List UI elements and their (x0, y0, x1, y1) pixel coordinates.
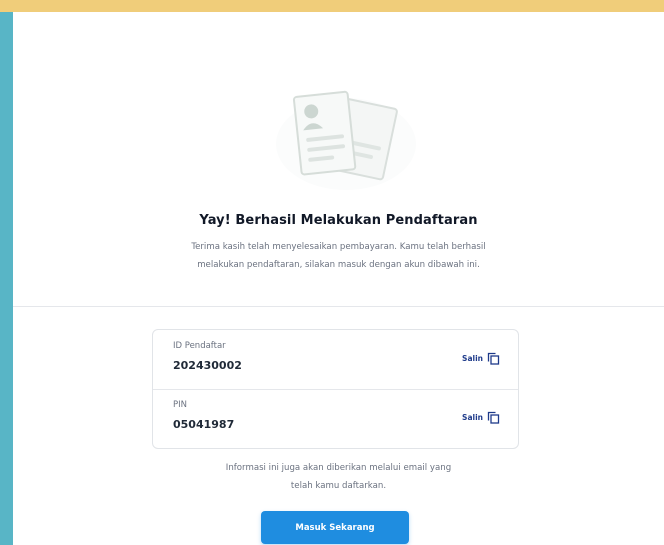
success-description-line-1: Terima kasih telah menyelesaikan pembaya… (191, 242, 486, 252)
copy-pin-button[interactable]: Salin (462, 411, 500, 424)
section-divider (13, 306, 664, 307)
copy-registration-id-label: Salin (462, 354, 483, 363)
top-banner (0, 0, 664, 12)
pin-label: PIN (173, 400, 187, 410)
credentials-box: ID Pendaftar 202430002 Salin PIN 0504198… (152, 329, 519, 449)
success-title: Yay! Berhasil Melakukan Pendaftaran (199, 213, 478, 228)
registration-success-card: Yay! Berhasil Melakukan Pendaftaran Teri… (13, 12, 664, 545)
success-description-line-2: melakukan pendaftaran, silakan masuk den… (197, 260, 480, 270)
success-description: Terima kasih telah menyelesaikan pembaya… (133, 238, 544, 274)
login-now-button[interactable]: Masuk Sekarang (261, 511, 409, 544)
copy-icon (487, 411, 500, 424)
email-info-text: Informasi ini juga akan diberikan melalu… (173, 459, 504, 495)
copy-pin-label: Salin (462, 413, 483, 422)
copy-icon (487, 352, 500, 365)
left-side-strip (0, 12, 13, 545)
email-info-line-1: Informasi ini juga akan diberikan melalu… (225, 463, 452, 473)
registration-id-value: 202430002 (173, 359, 242, 372)
email-info-line-2: telah kamu daftarkan. (290, 481, 387, 491)
credential-row-registration-id: ID Pendaftar 202430002 Salin (153, 330, 518, 390)
registration-documents-icon (276, 82, 416, 192)
pin-value: 05041987 (173, 418, 235, 431)
copy-registration-id-button[interactable]: Salin (462, 352, 500, 365)
credential-row-pin: PIN 05041987 Salin (153, 389, 518, 448)
registration-id-label: ID Pendaftar (173, 341, 226, 351)
